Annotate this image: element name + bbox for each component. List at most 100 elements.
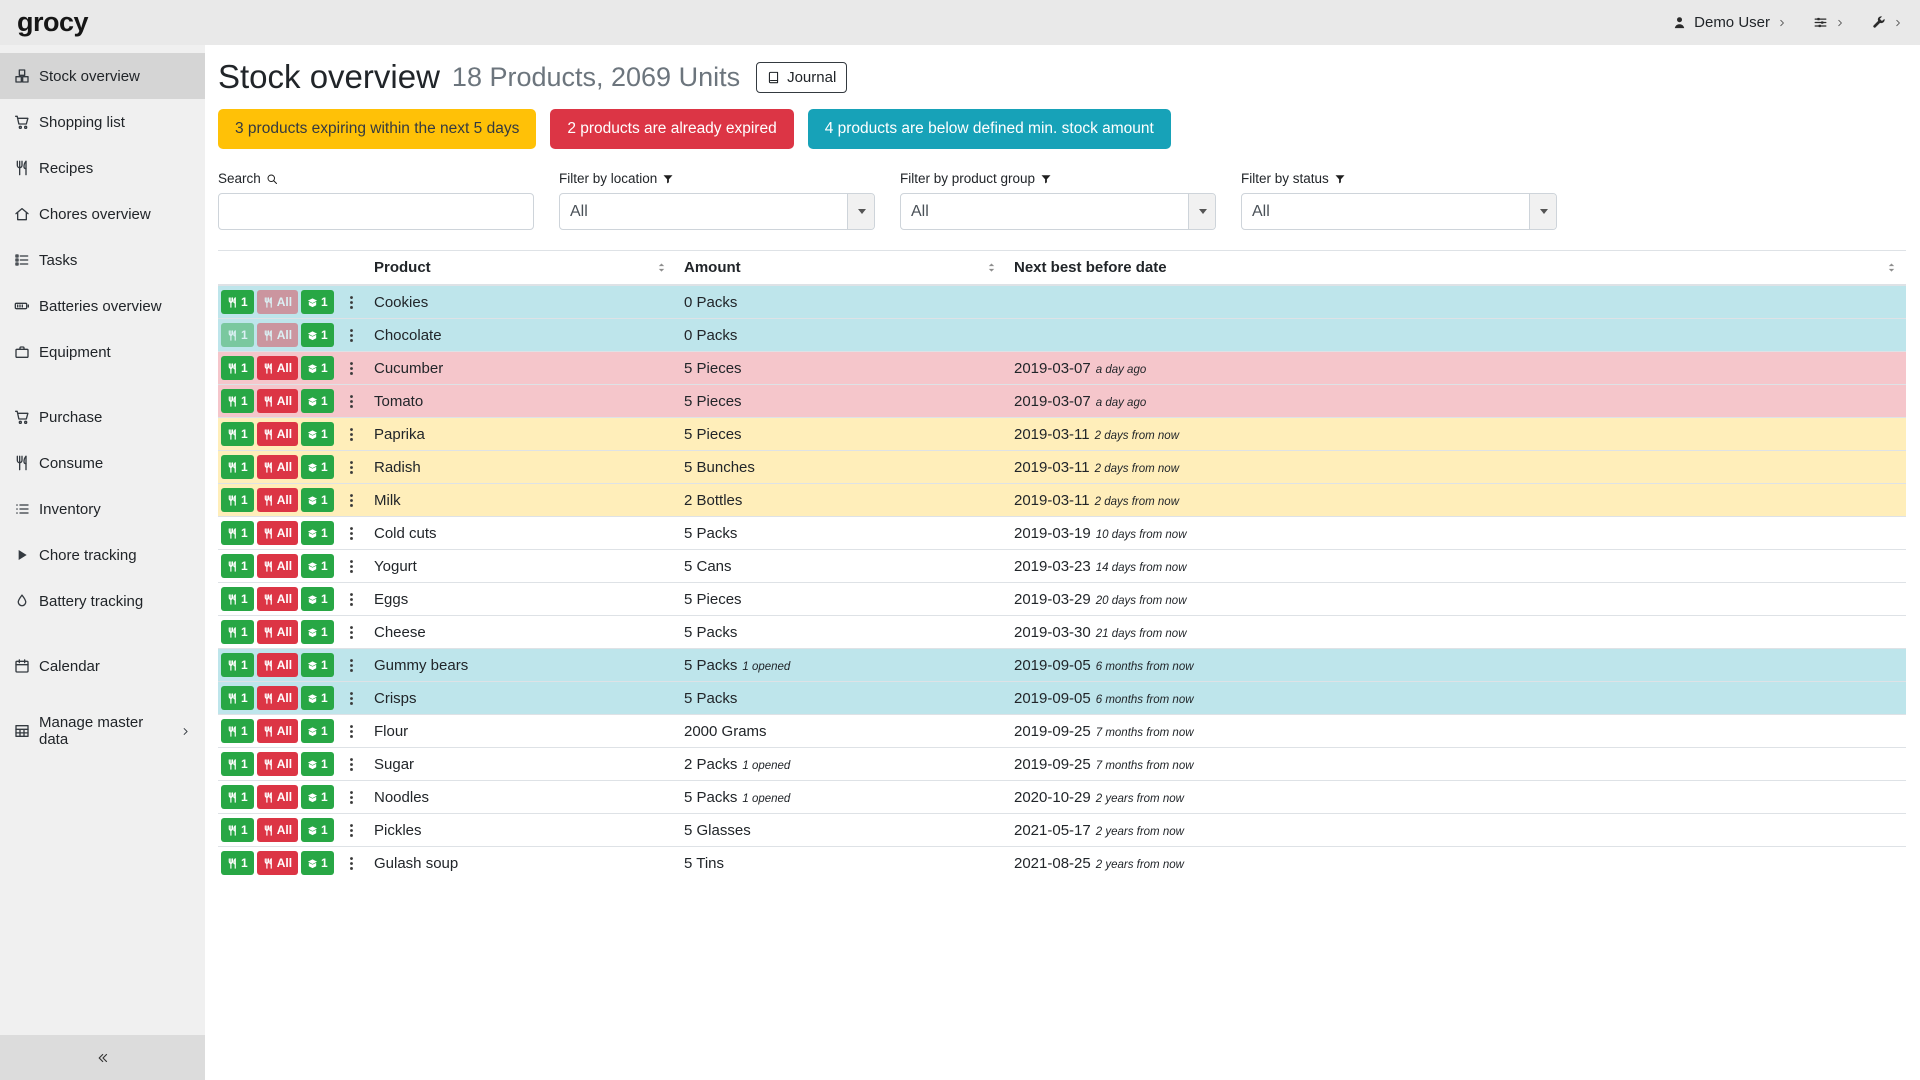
col-product[interactable]: Product [366, 251, 676, 286]
open-one-button[interactable]: 1 [301, 653, 334, 677]
col-next-best-before-date[interactable]: Next best before date [1006, 251, 1906, 286]
sidebar-item-battery-tracking[interactable]: Battery tracking [0, 578, 205, 624]
sidebar-item-calendar[interactable]: Calendar [0, 643, 205, 689]
open-one-button[interactable]: 1 [301, 851, 334, 875]
row-menu-button[interactable] [343, 558, 360, 575]
open-one-button[interactable]: 1 [301, 323, 334, 347]
consume-one-button[interactable]: 1 [221, 620, 254, 644]
row-menu-button[interactable] [343, 624, 360, 641]
consume-one-button[interactable]: 1 [221, 488, 254, 512]
consume-one-button[interactable]: 1 [221, 851, 254, 875]
row-menu-button[interactable] [343, 855, 360, 872]
open-one-button[interactable]: 1 [301, 686, 334, 710]
consume-one-button[interactable]: 1 [221, 521, 254, 545]
consume-all-button[interactable]: All [257, 785, 298, 809]
open-one-button[interactable]: 1 [301, 719, 334, 743]
expired-alert[interactable]: 2 products are already expired [550, 109, 793, 149]
consume-one-button[interactable]: 1 [221, 818, 254, 842]
admin-menu[interactable] [1871, 15, 1903, 30]
status-select[interactable]: All [1241, 193, 1557, 230]
consume-one-button[interactable]: 1 [221, 686, 254, 710]
below-min-stock-alert[interactable]: 4 products are below defined min. stock … [808, 109, 1171, 149]
consume-one-button[interactable]: 1 [221, 587, 254, 611]
sidebar-item-consume[interactable]: Consume [0, 440, 205, 486]
row-menu-button[interactable] [343, 756, 360, 773]
consume-all-button[interactable]: All [257, 653, 298, 677]
sidebar-item-purchase[interactable]: Purchase [0, 394, 205, 440]
col-amount[interactable]: Amount [676, 251, 1006, 286]
row-menu-button[interactable] [343, 294, 360, 311]
sidebar-item-batteries-overview[interactable]: Batteries overview [0, 283, 205, 329]
open-one-button[interactable]: 1 [301, 554, 334, 578]
row-menu-button[interactable] [343, 690, 360, 707]
consume-all-button[interactable]: All [257, 620, 298, 644]
open-one-button[interactable]: 1 [301, 389, 334, 413]
consume-one-button[interactable]: 1 [221, 653, 254, 677]
user-menu[interactable]: Demo User [1672, 14, 1787, 31]
row-menu-button[interactable] [343, 657, 360, 674]
row-menu-button[interactable] [343, 789, 360, 806]
row-menu-button[interactable] [343, 393, 360, 410]
consume-one-button[interactable]: 1 [221, 554, 254, 578]
app-logo[interactable]: grocy [17, 7, 88, 38]
consume-one-button[interactable]: 1 [221, 356, 254, 380]
row-menu-button[interactable] [343, 492, 360, 509]
sidebar-item-recipes[interactable]: Recipes [0, 145, 205, 191]
open-one-button[interactable]: 1 [301, 587, 334, 611]
open-one-button[interactable]: 1 [301, 620, 334, 644]
consume-all-button[interactable]: All [257, 818, 298, 842]
consume-one-button[interactable]: 1 [221, 785, 254, 809]
sidebar-item-shopping-list[interactable]: Shopping list [0, 99, 205, 145]
row-menu-button[interactable] [343, 426, 360, 443]
settings-menu[interactable] [1813, 15, 1845, 30]
consume-all-button[interactable]: All [257, 686, 298, 710]
consume-one-button[interactable]: 1 [221, 323, 254, 347]
sidebar-item-chores-overview[interactable]: Chores overview [0, 191, 205, 237]
row-menu-button[interactable] [343, 822, 360, 839]
open-one-button[interactable]: 1 [301, 356, 334, 380]
open-one-button[interactable]: 1 [301, 521, 334, 545]
row-menu-button[interactable] [343, 459, 360, 476]
consume-all-button[interactable]: All [257, 323, 298, 347]
open-one-button[interactable]: 1 [301, 785, 334, 809]
open-one-button[interactable]: 1 [301, 455, 334, 479]
consume-one-button[interactable]: 1 [221, 422, 254, 446]
open-one-button[interactable]: 1 [301, 422, 334, 446]
consume-all-button[interactable]: All [257, 455, 298, 479]
consume-one-button[interactable]: 1 [221, 290, 254, 314]
sidebar-item-tasks[interactable]: Tasks [0, 237, 205, 283]
consume-all-button[interactable]: All [257, 356, 298, 380]
row-menu-button[interactable] [343, 525, 360, 542]
consume-all-button[interactable]: All [257, 422, 298, 446]
journal-button[interactable]: Journal [756, 62, 847, 93]
location-select[interactable]: All [559, 193, 875, 230]
consume-one-button[interactable]: 1 [221, 389, 254, 413]
consume-all-button[interactable]: All [257, 290, 298, 314]
consume-one-button[interactable]: 1 [221, 455, 254, 479]
sidebar-item-equipment[interactable]: Equipment [0, 329, 205, 375]
consume-all-button[interactable]: All [257, 521, 298, 545]
open-one-button[interactable]: 1 [301, 818, 334, 842]
open-one-button[interactable]: 1 [301, 488, 334, 512]
sidebar-item-manage-master-data[interactable]: Manage master data [0, 708, 205, 754]
consume-all-button[interactable]: All [257, 752, 298, 776]
consume-all-button[interactable]: All [257, 488, 298, 512]
row-menu-button[interactable] [343, 360, 360, 377]
row-menu-button[interactable] [343, 591, 360, 608]
search-input[interactable] [218, 193, 534, 230]
open-one-button[interactable]: 1 [301, 752, 334, 776]
consume-all-button[interactable]: All [257, 554, 298, 578]
open-one-button[interactable]: 1 [301, 290, 334, 314]
expiring-soon-alert[interactable]: 3 products expiring within the next 5 da… [218, 109, 536, 149]
sidebar-item-chore-tracking[interactable]: Chore tracking [0, 532, 205, 578]
consume-all-button[interactable]: All [257, 719, 298, 743]
sidebar-item-inventory[interactable]: Inventory [0, 486, 205, 532]
row-menu-button[interactable] [343, 327, 360, 344]
consume-one-button[interactable]: 1 [221, 752, 254, 776]
sidebar-collapse-button[interactable] [0, 1035, 205, 1080]
product-group-select[interactable]: All [900, 193, 1216, 230]
sidebar-item-stock-overview[interactable]: Stock overview [0, 53, 205, 99]
consume-all-button[interactable]: All [257, 587, 298, 611]
consume-all-button[interactable]: All [257, 389, 298, 413]
consume-all-button[interactable]: All [257, 851, 298, 875]
